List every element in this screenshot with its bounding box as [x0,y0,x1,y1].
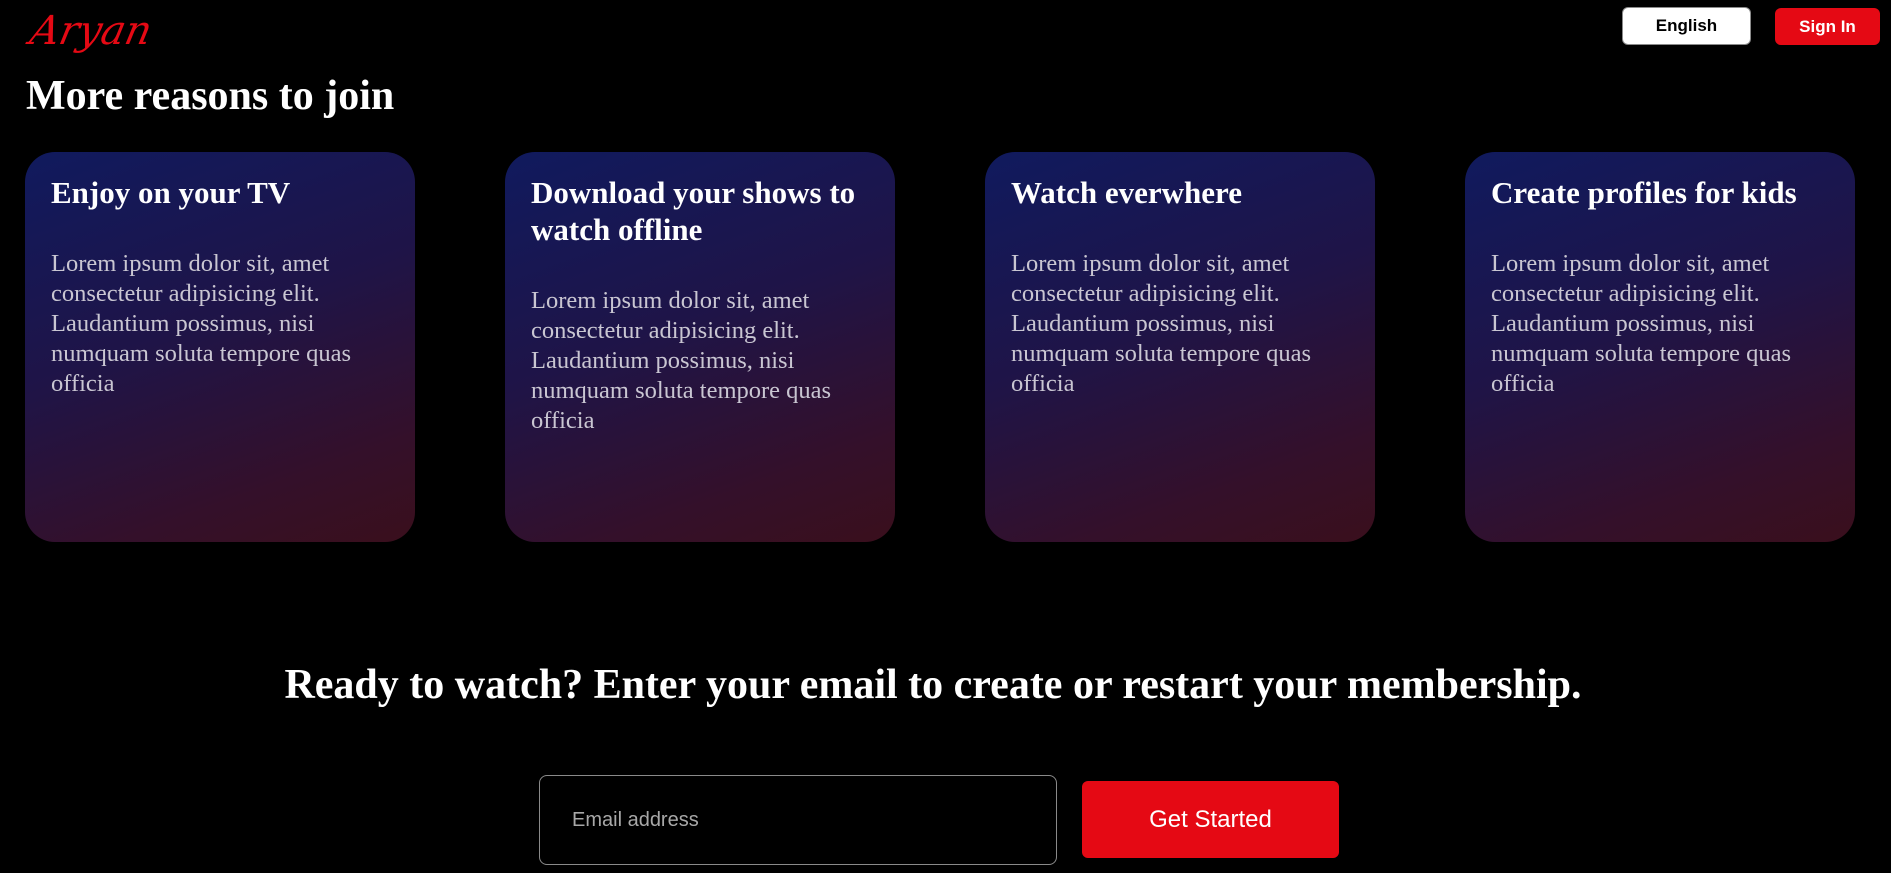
card-title: Enjoy on your TV [51,175,291,210]
language-select-button[interactable]: English [1622,7,1751,45]
reason-card-tv: Enjoy on your TV Lorem ipsum dolor sit, … [25,152,415,542]
card-title: Create profiles for kids [1491,175,1797,210]
card-text: Lorem ipsum dolor sit, amet consectetur … [51,250,352,397]
card-title: Download your shows to watch offline [531,175,856,247]
reason-card-download: Download your shows to watch offline Lor… [505,152,895,542]
card-text: Lorem ipsum dolor sit, amet consectetur … [531,287,832,434]
card-title: Watch everwhere [1011,175,1242,210]
brand-logo[interactable]: Aryan [26,8,156,54]
section-title: More reasons to join [26,73,395,119]
page: Aryan English Sign In More reasons to jo… [0,0,1891,873]
get-started-button[interactable]: Get Started [1082,781,1339,858]
card-text: Lorem ipsum dolor sit, amet consectetur … [1491,250,1792,397]
email-input[interactable] [539,775,1057,865]
sign-in-button[interactable]: Sign In [1775,8,1880,45]
reason-card-kids-profiles: Create profiles for kids Lorem ipsum dol… [1465,152,1855,542]
card-text: Lorem ipsum dolor sit, amet consectetur … [1011,250,1312,397]
cta-title: Ready to watch? Enter your email to crea… [284,662,1582,708]
reason-card-watch-everywhere: Watch everwhere Lorem ipsum dolor sit, a… [985,152,1375,542]
